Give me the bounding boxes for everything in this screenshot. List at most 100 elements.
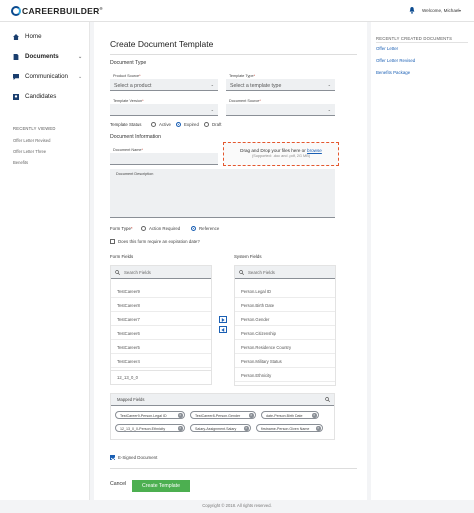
sidebar: Home Documents ⌄ Communication ⌄ Candida… [0, 22, 90, 500]
recently-viewed-heading: RECENTLY VIEWED [13, 126, 56, 131]
list-item[interactable]: TestCareer9 [111, 285, 211, 298]
template-status-label: Template Status [110, 122, 142, 127]
bell-icon[interactable] [409, 7, 415, 14]
divider [110, 468, 357, 469]
chevron-down-icon: ⌄ [210, 82, 214, 87]
form-fields-list: Search Fields TestCareer9 TestCareer8 Te… [110, 265, 212, 371]
sidebar-item-candidates[interactable]: Candidates [13, 93, 56, 100]
status-radio-draft[interactable]: Draft [204, 122, 222, 127]
list-item[interactable]: TestCareer8 [111, 299, 211, 312]
list-item[interactable]: Person.Gender [235, 313, 335, 326]
mapped-fields-heading: Mapped Fields [117, 397, 145, 402]
form-type-radio-action-required[interactable]: Action Required [141, 226, 180, 231]
create-template-button[interactable]: Create Template [132, 480, 190, 492]
logo-trademark: ® [99, 6, 103, 11]
product-source-label: Product Source* [113, 74, 141, 78]
chevron-down-icon: ⌄ [78, 53, 83, 60]
template-version-label: Template Version* [113, 99, 144, 103]
form-fields-search[interactable]: Search Fields [111, 266, 211, 279]
recently-viewed-link[interactable]: Offer Letter Three [13, 149, 46, 154]
sidebar-item-label: Documents [25, 53, 59, 60]
move-left-button[interactable] [219, 326, 227, 333]
sidebar-item-label: Communication [25, 73, 68, 80]
form-type-radio-reference[interactable]: Reference [191, 226, 219, 231]
form-fields-heading: Form Fields [110, 254, 134, 259]
recently-viewed-link[interactable]: Offer Letter Revised [13, 138, 50, 143]
sidebar-item-label: Candidates [25, 93, 57, 100]
system-fields-search[interactable]: Search Fields [235, 266, 335, 279]
template-version-select[interactable]: ⌄ [110, 104, 218, 116]
close-icon[interactable]: × [178, 413, 183, 418]
recently-viewed-link[interactable]: Benefits [13, 160, 28, 165]
chevron-down-icon: ⌄ [78, 73, 83, 80]
document-source-select[interactable]: ⌄ [226, 104, 335, 116]
recent-document-link[interactable]: Offer Letter Revised [376, 58, 415, 63]
close-icon[interactable]: × [312, 413, 317, 418]
list-item[interactable]: TestCareer7 [111, 313, 211, 326]
create-template-form: Create Document Template Document Type P… [94, 22, 367, 500]
mapped-field-chip[interactable]: TestCareer8-Person.Gender × [190, 411, 256, 419]
list-item[interactable]: 12_13_0_0 [110, 371, 212, 385]
cancel-button[interactable]: Cancel [110, 481, 126, 487]
system-fields-list: Search Fields Person.Legal ID Person.Bir… [234, 265, 336, 386]
template-type-select[interactable]: Select a template type ⌄ [226, 79, 335, 91]
close-icon[interactable]: × [249, 413, 254, 418]
document-type-heading: Document Type [110, 60, 147, 66]
dropzone-hint: (Supported: .doc and .pdf, 2G MB) [251, 154, 311, 158]
list-item[interactable]: Person.Legal ID [235, 285, 335, 298]
close-icon[interactable]: × [178, 426, 183, 431]
move-right-button[interactable] [219, 316, 227, 323]
list-item[interactable]: Person.Military Status [235, 355, 335, 368]
recent-document-link[interactable]: Benefits Package [376, 70, 410, 75]
mapped-field-chip[interactable]: date-Person.Birth Date × [261, 411, 319, 419]
system-fields-heading: System Fields [234, 254, 262, 259]
list-item[interactable]: Person.Citizenship [235, 327, 335, 340]
search-icon [239, 269, 244, 275]
status-radio-active[interactable]: Active [151, 122, 171, 127]
product-source-select[interactable]: Select a product ⌄ [110, 79, 218, 91]
chevron-down-icon[interactable]: ▾ [459, 8, 461, 13]
mapped-field-chip[interactable]: 12_13_0_0-Person.Ethnicity × [115, 424, 185, 432]
arrow-left-icon [221, 327, 225, 332]
list-item[interactable]: Person.Ethnicity [235, 369, 335, 382]
close-icon[interactable]: × [316, 426, 321, 431]
recent-document-link[interactable]: Offer Letter [376, 46, 398, 51]
recently-created-panel: RECENTLY CREATED DOCUMENTS Offer Letter … [371, 22, 474, 500]
document-name-input[interactable] [110, 153, 218, 165]
sidebar-item-documents[interactable]: Documents ⌄ [13, 53, 82, 60]
mapped-field-chip[interactable]: TestCareer9-Person.Legal ID × [115, 411, 185, 419]
sidebar-item-label: Home [25, 33, 42, 40]
list-item[interactable]: TestCareer5 [111, 341, 211, 354]
form-type-label: Form Type* [110, 226, 133, 231]
footer-copyright: Copyright © 2018. All rights reserved. [202, 503, 272, 508]
document-source-label: Document Source* [229, 99, 261, 103]
list-item[interactable]: TestCareer4 [111, 355, 211, 368]
mapped-field-chip[interactable]: firstname-Person.Given Name × [256, 424, 323, 432]
list-item[interactable]: Person.Birth Date [235, 299, 335, 312]
file-dropzone[interactable]: Drag and Drop your files here or browse … [223, 142, 339, 166]
people-icon [13, 93, 19, 100]
document-description-textarea[interactable]: Document Description [110, 169, 335, 218]
list-item[interactable]: Person.Residence Country [235, 341, 335, 354]
search-icon[interactable] [325, 397, 330, 402]
document-information-heading: Document Information [110, 134, 162, 140]
browse-link[interactable]: browse [307, 148, 322, 153]
template-type-label: Template Type* [229, 74, 256, 78]
mapped-field-chip[interactable]: Salary-Assignment.Salary × [190, 424, 251, 432]
page-title: Create Document Template [110, 39, 214, 49]
mapped-fields-header: Mapped Fields [111, 394, 334, 406]
chat-icon [13, 73, 19, 80]
status-radio-expired[interactable]: Expired [176, 122, 199, 127]
sidebar-item-communication[interactable]: Communication ⌄ [13, 73, 82, 80]
logo-text: CAREERBUILDER [22, 6, 100, 16]
list-item[interactable]: TestCareer6 [111, 327, 211, 340]
expiration-checkbox[interactable]: Does this form require an expiration dat… [110, 239, 200, 244]
close-icon[interactable]: × [244, 426, 249, 431]
esigned-checkbox[interactable]: E-Signed Document [110, 455, 157, 460]
welcome-user[interactable]: Welcome, Michael [422, 8, 459, 13]
top-bar: CAREERBUILDER® Welcome, Michael ▾ [0, 0, 474, 22]
careerbuilder-logo[interactable]: CAREERBUILDER® [11, 6, 103, 16]
document-icon [13, 53, 19, 60]
divider [110, 54, 357, 55]
sidebar-item-home[interactable]: Home [13, 33, 42, 40]
